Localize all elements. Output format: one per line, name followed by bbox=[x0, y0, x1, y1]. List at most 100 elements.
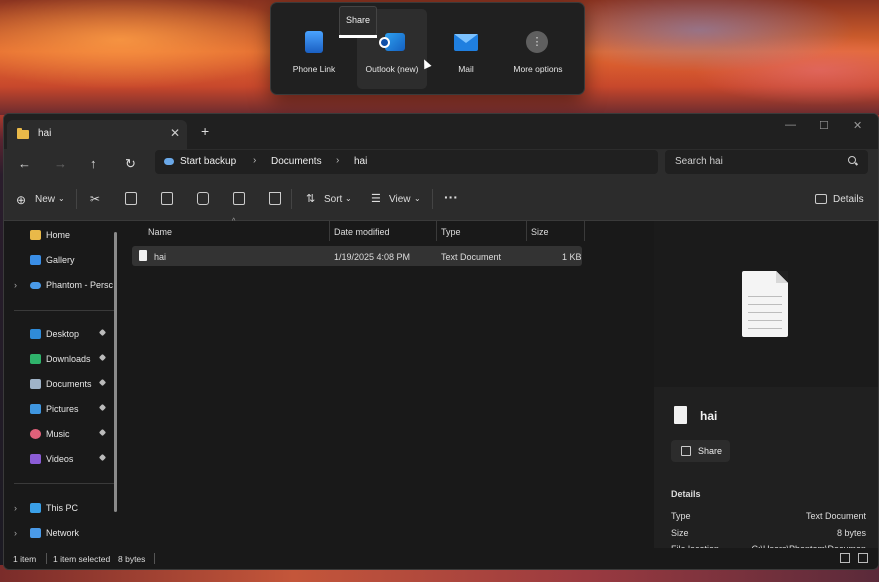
back-button[interactable]: ← bbox=[18, 156, 31, 171]
sidebar-item-this-pc[interactable]: This PC bbox=[30, 499, 78, 517]
sidebar-item-label: This PC bbox=[46, 503, 79, 513]
address-bar[interactable]: Start backup › Documents › hai bbox=[155, 150, 658, 174]
details-file-name: hai bbox=[700, 409, 718, 423]
pictures-icon bbox=[30, 404, 41, 414]
chevron-down-icon: ⌄ bbox=[345, 194, 352, 203]
close-window-button[interactable]: ✕ bbox=[853, 119, 862, 132]
share-app-label: More options bbox=[513, 64, 563, 74]
navigation-pane: Home Gallery › Phantom - Persc Desktop D… bbox=[4, 221, 121, 548]
mail-icon bbox=[453, 31, 479, 55]
folder-icon bbox=[17, 128, 29, 139]
paste-button[interactable] bbox=[161, 192, 173, 205]
sidebar-item-label: Gallery bbox=[46, 255, 75, 265]
see-more-button[interactable]: ··· bbox=[444, 189, 458, 205]
column-header-name[interactable]: Name bbox=[148, 227, 172, 237]
sidebar-item-network[interactable]: Network bbox=[30, 524, 79, 542]
sidebar-item-desktop[interactable]: Desktop bbox=[30, 325, 107, 343]
new-tab-button[interactable]: + bbox=[201, 123, 209, 139]
search-placeholder: Search hai bbox=[675, 156, 723, 167]
videos-icon bbox=[30, 454, 41, 464]
share-app-label: Outlook (new) bbox=[365, 64, 419, 74]
sidebar-item-label: Music bbox=[46, 429, 70, 439]
sidebar-item-onedrive[interactable]: Phantom - Persc bbox=[30, 276, 113, 294]
status-item-count: 1 item bbox=[13, 554, 37, 564]
view-button[interactable]: View bbox=[389, 194, 411, 205]
sidebar-item-label: Desktop bbox=[46, 329, 80, 339]
cut-button[interactable]: ✂ bbox=[90, 192, 100, 206]
status-divider bbox=[154, 553, 155, 564]
status-selection: 1 item selected bbox=[53, 554, 111, 564]
copy-button[interactable] bbox=[125, 192, 137, 205]
search-box[interactable]: Search hai bbox=[665, 150, 868, 174]
expand-chevron-icon[interactable]: › bbox=[14, 528, 17, 538]
up-button[interactable]: ↑ bbox=[90, 156, 97, 171]
rename-button[interactable] bbox=[197, 192, 209, 205]
close-tab-icon[interactable]: ✕ bbox=[170, 126, 180, 140]
share-app-label: Mail bbox=[458, 64, 474, 74]
status-divider bbox=[46, 553, 47, 564]
status-bar: 1 item 1 item selected 8 bytes bbox=[4, 548, 878, 569]
share-icon bbox=[681, 446, 691, 456]
sidebar-item-videos[interactable]: Videos bbox=[30, 450, 107, 468]
tab-hai[interactable]: hai ✕ bbox=[7, 120, 187, 149]
details-view-button[interactable] bbox=[840, 553, 850, 563]
text-document-icon bbox=[139, 250, 147, 261]
file-explorer-window: hai ✕ + — ☐ ✕ ← → ↑ ↻ Start backup › Doc… bbox=[3, 113, 879, 570]
share-mail-button[interactable]: Mail bbox=[431, 9, 501, 89]
sidebar-item-label: Downloads bbox=[46, 354, 91, 364]
share-button[interactable] bbox=[233, 192, 245, 205]
text-document-preview-icon bbox=[742, 271, 788, 337]
column-divider[interactable] bbox=[436, 221, 437, 241]
sidebar-item-downloads[interactable]: Downloads bbox=[30, 350, 107, 368]
share-more-options-button[interactable]: ⋮ More options bbox=[503, 9, 573, 89]
sidebar-item-gallery[interactable]: Gallery bbox=[30, 251, 75, 269]
new-button[interactable]: New bbox=[35, 194, 55, 205]
share-tooltip: Share bbox=[339, 6, 377, 38]
sidebar-item-label: Pictures bbox=[46, 404, 79, 414]
column-header-size[interactable]: Size bbox=[531, 227, 549, 237]
sort-button[interactable]: Sort bbox=[324, 194, 342, 205]
breadcrumb-separator: › bbox=[336, 155, 340, 166]
sidebar-item-label: Network bbox=[46, 528, 80, 538]
share-button-label: Share bbox=[698, 446, 723, 456]
delete-button[interactable] bbox=[269, 192, 281, 205]
breadcrumb-hai[interactable]: hai bbox=[354, 156, 367, 167]
table-row[interactable]: hai 1/19/2025 4:08 PM Text Document 1 KB bbox=[132, 246, 582, 266]
title-bar: hai ✕ + — ☐ ✕ bbox=[4, 114, 878, 149]
column-divider[interactable] bbox=[584, 221, 585, 241]
this-pc-icon bbox=[30, 503, 41, 513]
breadcrumb-start-backup[interactable]: Start backup bbox=[180, 156, 236, 167]
onedrive-backup-icon bbox=[164, 158, 174, 165]
details-button[interactable]: Details bbox=[833, 194, 864, 205]
outlook-icon bbox=[379, 31, 405, 55]
column-header-date-modified[interactable]: Date modified bbox=[334, 227, 390, 237]
minimize-button[interactable]: — bbox=[785, 119, 796, 131]
forward-button[interactable]: → bbox=[54, 156, 67, 171]
sort-arrow-icon: ^ bbox=[232, 218, 236, 225]
sidebar-item-home[interactable]: Home bbox=[30, 226, 70, 244]
expand-chevron-icon[interactable]: › bbox=[14, 503, 17, 513]
expand-chevron-icon[interactable]: › bbox=[14, 280, 17, 290]
refresh-button[interactable]: ↻ bbox=[125, 156, 136, 172]
sidebar-divider bbox=[14, 310, 114, 311]
sidebar-item-documents[interactable]: Documents bbox=[30, 375, 107, 393]
sidebar-scrollbar[interactable] bbox=[114, 232, 117, 512]
sidebar-item-label: Videos bbox=[46, 454, 74, 464]
phone-link-icon bbox=[301, 31, 327, 55]
details-share-button[interactable]: Share bbox=[671, 440, 730, 462]
tiles-view-button[interactable] bbox=[858, 553, 868, 563]
details-pane: hai Share Details Type Text Document Siz… bbox=[654, 221, 878, 554]
maximize-button[interactable]: ☐ bbox=[819, 119, 829, 132]
breadcrumb-documents[interactable]: Documents bbox=[271, 156, 322, 167]
column-header-type[interactable]: Type bbox=[441, 227, 461, 237]
sidebar-item-music[interactable]: Music bbox=[30, 425, 107, 443]
detail-value-type: Text Document bbox=[805, 511, 866, 521]
status-selection-size: 8 bytes bbox=[118, 554, 146, 564]
column-divider[interactable] bbox=[526, 221, 527, 241]
detail-label-type: Type bbox=[671, 511, 691, 521]
column-divider[interactable] bbox=[329, 221, 330, 241]
share-app-label: Phone Link bbox=[292, 64, 336, 74]
sidebar-item-pictures[interactable]: Pictures bbox=[30, 400, 107, 418]
music-icon bbox=[30, 429, 41, 439]
sidebar-item-label: Home bbox=[46, 230, 71, 240]
